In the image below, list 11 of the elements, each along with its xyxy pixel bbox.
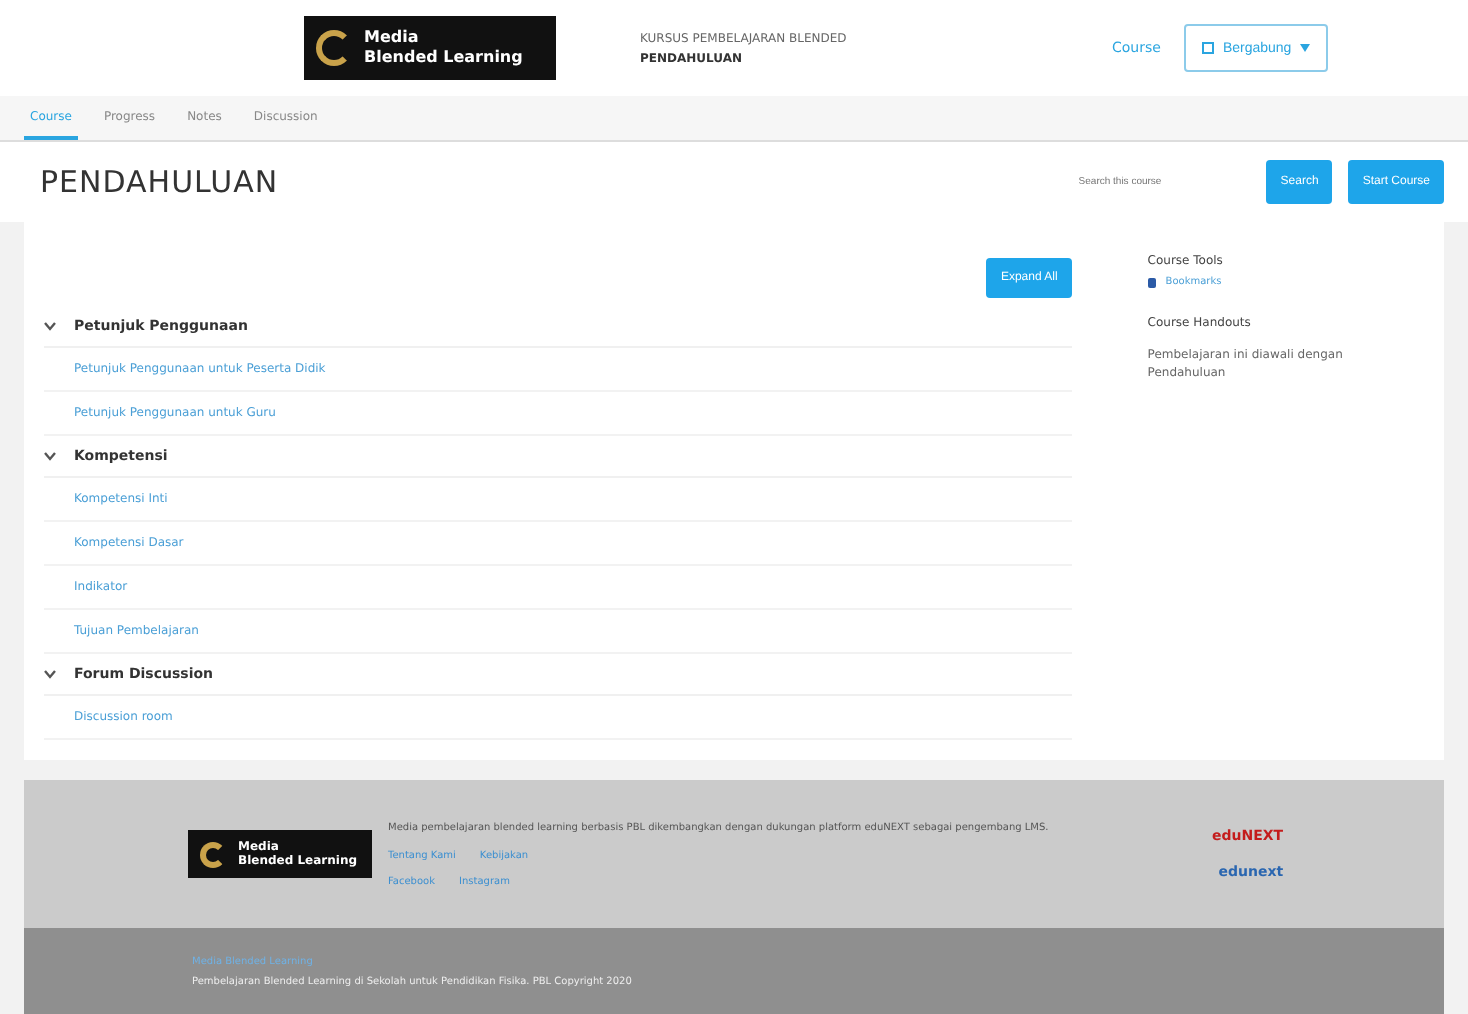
chevron-icon[interactable] xyxy=(44,668,56,680)
logo-text: Blended Learning xyxy=(364,48,523,68)
bookmark-icon xyxy=(1147,277,1156,287)
caret-icon xyxy=(1299,44,1310,52)
chevron-icon[interactable] xyxy=(44,450,56,462)
chevron-icon[interactable] xyxy=(44,320,56,332)
swirl-icon xyxy=(200,841,226,867)
swirl-icon xyxy=(316,30,352,66)
page-title: PENDAHULUAN xyxy=(40,164,281,200)
logo-text: Media xyxy=(364,28,421,48)
site-logo[interactable]: Media Blended Learning xyxy=(304,16,556,80)
